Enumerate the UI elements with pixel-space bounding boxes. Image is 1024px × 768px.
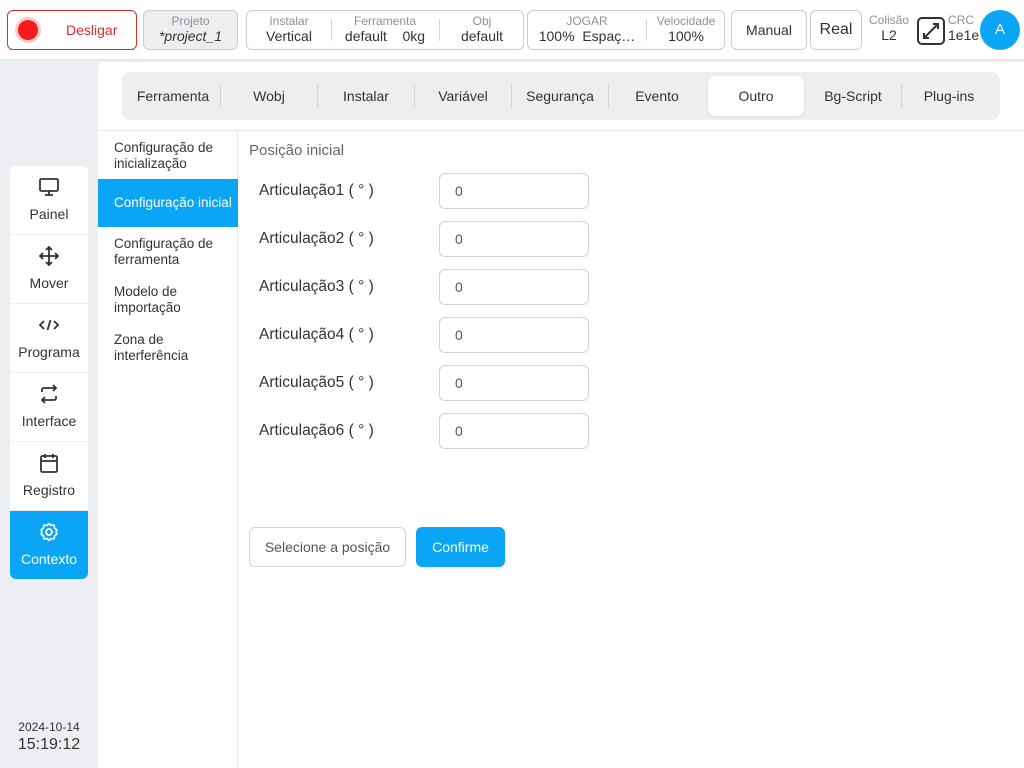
joint3-input[interactable] bbox=[439, 269, 589, 305]
tab-wobj[interactable]: Wobj bbox=[221, 76, 317, 116]
move-icon bbox=[38, 245, 60, 267]
install-label: Instalar bbox=[269, 14, 309, 28]
joint6-input[interactable] bbox=[439, 413, 589, 449]
jog-space: Espaç… bbox=[582, 28, 636, 44]
initial-position-form: Posição inicial Articulação1 ( ° ) Artic… bbox=[238, 131, 1024, 768]
current-time: 15:19:12 bbox=[17, 736, 81, 753]
joint-label: Articulação6 ( ° ) bbox=[259, 422, 374, 439]
install-value: Vertical bbox=[266, 28, 312, 44]
jog-label: JOGAR bbox=[566, 14, 608, 28]
nav-label: Painel bbox=[29, 206, 69, 222]
speed-label: Velocidade bbox=[656, 14, 716, 28]
section-title: Posição inicial bbox=[249, 142, 345, 159]
nav-label: Programa bbox=[18, 344, 80, 360]
joint-row: Articulação4 ( ° ) bbox=[259, 317, 599, 353]
obj-label: Obj bbox=[472, 14, 492, 28]
code-icon bbox=[38, 319, 60, 331]
gear-icon bbox=[40, 522, 58, 542]
project-label: Projeto bbox=[171, 14, 210, 28]
tab-instalar[interactable]: Instalar bbox=[318, 76, 414, 116]
joint-row: Articulação2 ( ° ) bbox=[259, 221, 599, 257]
subnav-item-import-model[interactable]: Modelo de importação bbox=[98, 284, 238, 316]
joint-row: Articulação6 ( ° ) bbox=[259, 413, 599, 449]
select-position-button[interactable]: Selecione a posição bbox=[249, 527, 406, 567]
subnav-item-initial-config[interactable]: Configuração inicial bbox=[98, 179, 238, 227]
collision-value: L2 bbox=[881, 27, 897, 43]
joint4-input[interactable] bbox=[439, 317, 589, 353]
tab-outro[interactable]: Outro bbox=[708, 76, 804, 116]
crc-label: CRC bbox=[948, 13, 974, 27]
manual-mode-button[interactable]: Manual bbox=[731, 10, 807, 50]
current-date: 2024-10-14 bbox=[18, 720, 80, 734]
nav-label: Contexto bbox=[20, 551, 78, 567]
tab-variavel[interactable]: Variável bbox=[415, 76, 511, 116]
top-bar: Desligar Projeto *project_1 Instalar Ver… bbox=[0, 0, 1024, 60]
subnav-item-interference-zone[interactable]: Zona de interferência bbox=[98, 332, 238, 364]
joint-label: Articulação1 ( ° ) bbox=[259, 182, 374, 199]
joint-label: Articulação4 ( ° ) bbox=[259, 326, 374, 343]
jog-value: 100% Espaç… bbox=[528, 28, 646, 45]
install-status[interactable]: Instalar Vertical bbox=[247, 11, 331, 49]
crc-status: CRC 1e1e bbox=[948, 14, 982, 44]
context-tab-bar: Ferramenta Wobj Instalar Variável Segura… bbox=[122, 72, 1000, 120]
tool-status[interactable]: Ferramenta default 0kg bbox=[332, 11, 438, 49]
joint-label: Articulação5 ( ° ) bbox=[259, 374, 374, 391]
obj-status[interactable]: Obj default bbox=[440, 11, 524, 49]
system-clock: 2024-10-14 15:19:12 bbox=[0, 720, 98, 754]
fullscreen-icon[interactable] bbox=[916, 16, 946, 46]
left-navigation: Painel Mover Programa Interface Registro… bbox=[10, 166, 88, 579]
joint-row: Articulação5 ( ° ) bbox=[259, 365, 599, 401]
subnav-item-startup-config[interactable]: Configuração de inicialização bbox=[98, 140, 238, 172]
tool-weight: 0kg bbox=[402, 28, 426, 44]
user-avatar[interactable]: A bbox=[980, 10, 1020, 50]
speed-value: 100% bbox=[668, 28, 704, 44]
tool-name: default bbox=[344, 28, 387, 44]
nav-item-painel[interactable]: Painel bbox=[10, 166, 88, 235]
tab-seguranca[interactable]: Segurança bbox=[512, 76, 608, 116]
power-off-button[interactable]: Desligar bbox=[7, 10, 137, 50]
nav-label: Interface bbox=[21, 413, 77, 429]
nav-item-registro[interactable]: Registro bbox=[10, 442, 88, 511]
tab-bg-script[interactable]: Bg-Script bbox=[805, 76, 901, 116]
joint-row: Articulação3 ( ° ) bbox=[259, 269, 599, 305]
power-off-label: Desligar bbox=[66, 22, 118, 38]
collision-status[interactable]: Colisão L2 bbox=[866, 14, 912, 44]
nav-item-mover[interactable]: Mover bbox=[10, 235, 88, 304]
jog-status[interactable]: JOGAR 100% Espaç… bbox=[528, 11, 646, 49]
tab-plug-ins[interactable]: Plug-ins bbox=[902, 76, 996, 116]
nav-item-programa[interactable]: Programa bbox=[10, 304, 88, 373]
jog-percent: 100% bbox=[538, 28, 575, 44]
swap-icon bbox=[40, 384, 58, 404]
tool-label: Ferramenta bbox=[353, 14, 417, 28]
nav-item-interface[interactable]: Interface bbox=[10, 373, 88, 442]
tab-evento[interactable]: Evento bbox=[609, 76, 705, 116]
nav-label: Registro bbox=[22, 482, 76, 498]
project-name: *project_1 bbox=[158, 28, 223, 44]
jog-speed-group[interactable]: JOGAR 100% Espaç… Velocidade 100% bbox=[527, 10, 725, 50]
joint2-input[interactable] bbox=[439, 221, 589, 257]
joint-label: Articulação3 ( ° ) bbox=[259, 278, 374, 295]
calendar-icon bbox=[40, 454, 58, 473]
main-panel: Ferramenta Wobj Instalar Variável Segura… bbox=[98, 62, 1024, 768]
monitor-icon bbox=[39, 178, 59, 196]
subnav-item-tool-config[interactable]: Configuração de ferramenta bbox=[98, 236, 238, 268]
project-selector[interactable]: Projeto *project_1 bbox=[143, 10, 238, 50]
power-status-icon bbox=[18, 20, 38, 40]
tab-ferramenta[interactable]: Ferramenta bbox=[126, 76, 220, 116]
speed-status[interactable]: Velocidade 100% bbox=[647, 11, 725, 49]
nav-item-contexto[interactable]: Contexto bbox=[10, 511, 88, 579]
real-mode-button[interactable]: Real bbox=[810, 10, 862, 50]
nav-label: Mover bbox=[29, 275, 69, 291]
sub-navigation: Configuração de inicialização Configuraç… bbox=[98, 131, 238, 768]
tool-value: default 0kg bbox=[332, 28, 438, 45]
obj-value: default bbox=[460, 28, 504, 44]
confirm-button[interactable]: Confirme bbox=[416, 527, 505, 567]
joint1-input[interactable] bbox=[439, 173, 589, 209]
crc-value: 1e1e bbox=[948, 27, 980, 43]
collision-label: Colisão bbox=[868, 13, 910, 27]
config-status-group[interactable]: Instalar Vertical Ferramenta default 0kg… bbox=[246, 10, 524, 50]
joint5-input[interactable] bbox=[439, 365, 589, 401]
joint-row: Articulação1 ( ° ) bbox=[259, 173, 599, 209]
joint-label: Articulação2 ( ° ) bbox=[259, 230, 374, 247]
